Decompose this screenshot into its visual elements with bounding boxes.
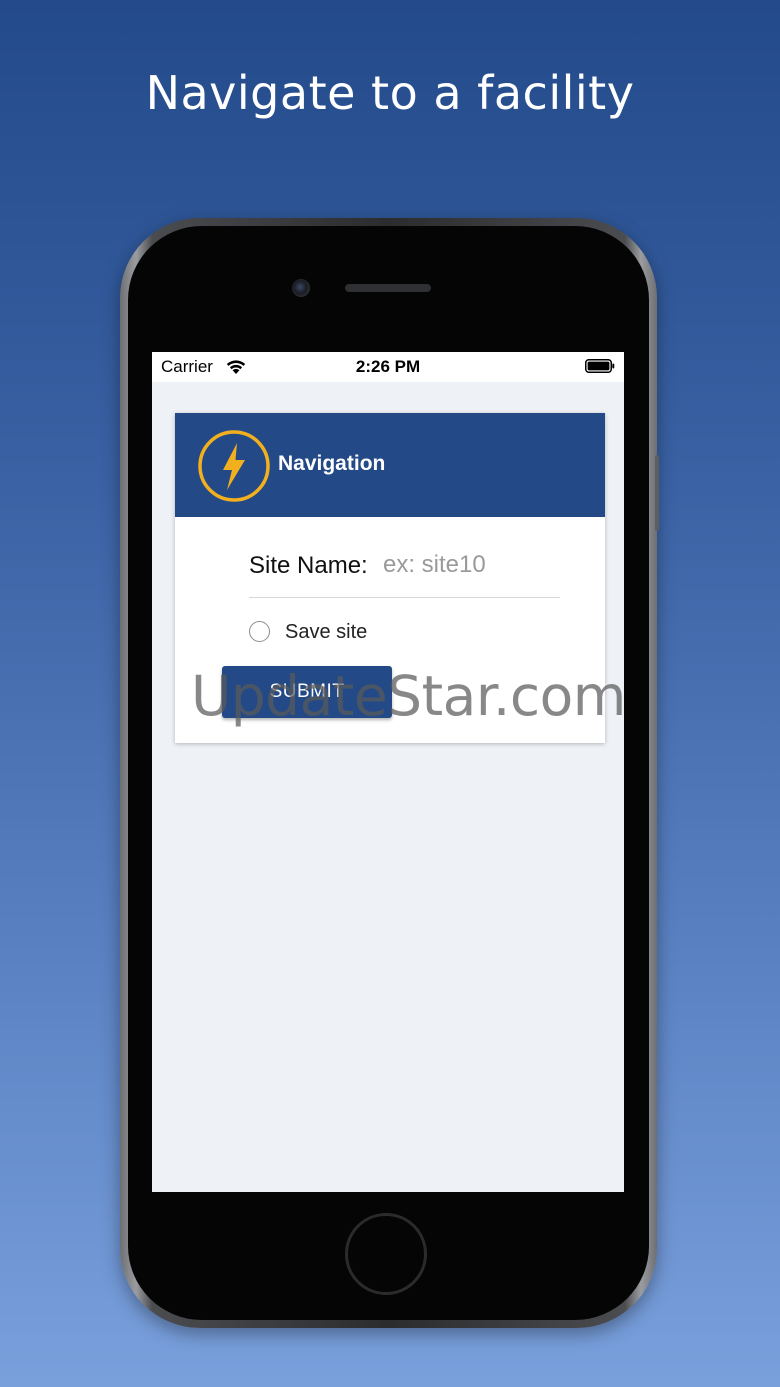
site-name-label: Site Name: [249, 552, 368, 579]
save-site-label[interactable]: Save site [285, 621, 367, 644]
battery-icon [585, 359, 615, 373]
status-time: 2:26 PM [355, 357, 421, 376]
navigation-card: Navigation Site Name: Save site SUBMIT [175, 413, 605, 743]
status-bar: Carrier 2:26 PM [152, 352, 624, 382]
site-name-input[interactable] [383, 548, 559, 582]
card-header: Navigation [175, 413, 605, 517]
front-camera [292, 279, 310, 297]
app-screen: Carrier 2:26 PM Navigation Site Name: Sa… [152, 352, 624, 1192]
promo-heading: Navigate to a facility [145, 66, 635, 120]
home-button[interactable] [345, 1213, 427, 1295]
volume-button [655, 455, 659, 531]
card-title: Navigation [278, 452, 386, 475]
field-underline [249, 597, 560, 598]
lightning-bolt-icon [198, 430, 270, 502]
save-site-radio[interactable] [249, 621, 270, 642]
submit-button[interactable]: SUBMIT [222, 666, 392, 718]
earpiece-speaker [345, 284, 431, 292]
